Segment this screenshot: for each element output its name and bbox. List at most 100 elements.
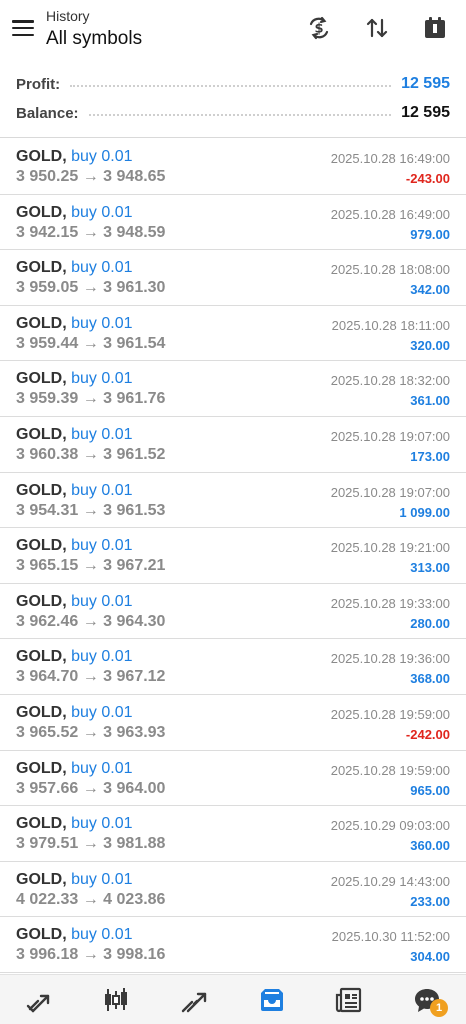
trade-profit: 965.00 — [410, 782, 450, 798]
trade-row[interactable]: GOLD, buy 0.01 3 996.18 → 3 998.16 2025.10… — [0, 917, 466, 973]
trade-profit: 320.00 — [410, 337, 450, 353]
messages-icon[interactable]: 1 — [404, 977, 450, 1023]
trade-symbol: GOLD, buy 0.01 — [16, 926, 133, 944]
trade-side: buy 0.01 — [71, 815, 133, 833]
trade-prices: 3 964.70 → 3 967.12 — [16, 668, 166, 686]
quotes-icon[interactable] — [16, 977, 62, 1023]
bottom-navigation: 1 — [0, 974, 466, 1024]
header-subtitle: History — [46, 8, 90, 24]
trade-profit: 233.00 — [410, 893, 450, 909]
trade-time: 2025.10.28 16:49:00 — [330, 206, 450, 222]
trade-profit: 280.00 — [410, 615, 450, 631]
trade-symbol: GOLD, buy 0.01 — [16, 760, 133, 778]
trade-profit: -242.00 — [405, 726, 450, 742]
trade-symbol-name: GOLD, — [16, 203, 67, 221]
trade-profit: 173.00 — [410, 448, 450, 464]
trade-symbol: GOLD, buy 0.01 — [16, 815, 133, 833]
trade-prices: 3 959.05 → 3 961.30 — [16, 279, 166, 297]
trade-side: buy 0.01 — [71, 592, 133, 610]
trade-row[interactable]: GOLD, buy 0.01 3 942.15 → 3 948.59 2025.10… — [0, 195, 466, 251]
trade-side: buy 0.01 — [71, 314, 133, 332]
trade-symbol: GOLD, buy 0.01 — [16, 259, 133, 277]
trade-prices: 3 965.52 → 3 963.93 — [16, 723, 166, 741]
trade-time: 2025.10.29 14:43:00 — [330, 873, 450, 889]
trade-row[interactable]: GOLD, buy 0.01 3 954.31 → 3 961.53 2025.10… — [0, 473, 466, 529]
trade-prices: 4 022.33 → 4 023.86 — [16, 890, 166, 908]
trade-prices: 3 959.39 → 3 961.76 — [16, 390, 166, 408]
trade-side: buy 0.01 — [71, 926, 133, 944]
sort-icon[interactable] — [361, 12, 393, 44]
trade-side: buy 0.01 — [71, 425, 133, 443]
trade-icon[interactable] — [171, 977, 217, 1023]
trade-symbol-name: GOLD, — [16, 815, 67, 833]
trade-row[interactable]: GOLD, buy 0.01 3 959.39 → 3 961.76 2025.10… — [0, 361, 466, 417]
trade-symbol: GOLD, buy 0.01 — [16, 593, 133, 611]
trade-side: buy 0.01 — [71, 203, 133, 221]
dotted-leader — [88, 114, 392, 116]
trade-profit: 304.00 — [410, 949, 450, 965]
messages-badge: 1 — [430, 998, 449, 1017]
trade-symbol-name: GOLD, — [16, 870, 67, 888]
trade-time: 2025.10.28 19:33:00 — [330, 595, 450, 611]
trade-row[interactable]: GOLD, buy 0.01 3 964.70 → 3 967.12 2025.10… — [0, 639, 466, 695]
header-title[interactable]: All symbols — [46, 28, 142, 50]
menu-icon[interactable] — [10, 16, 36, 40]
calendar-icon[interactable] — [419, 12, 451, 44]
trade-time: 2025.10.28 19:59:00 — [330, 762, 450, 778]
history-icon[interactable] — [249, 977, 295, 1023]
svg-text:$: $ — [314, 22, 323, 37]
trade-symbol-name: GOLD, — [16, 537, 67, 555]
app-header: History All symbols $ — [0, 0, 466, 66]
trade-symbol: GOLD, buy 0.01 — [16, 315, 133, 333]
trade-row[interactable]: GOLD, buy 0.01 3 957.66 → 3 964.00 2025.10… — [0, 751, 466, 807]
trade-prices: 3 942.15 → 3 948.59 — [16, 223, 166, 241]
trade-side: buy 0.01 — [71, 148, 133, 165]
trade-time: 2025.10.28 18:11:00 — [331, 317, 450, 333]
trade-row[interactable]: GOLD, buy 0.01 3 979.51 → 3 981.88 2025.10… — [0, 806, 466, 862]
trade-side: buy 0.01 — [71, 759, 133, 777]
trade-symbol: GOLD, buy 0.01 — [16, 704, 133, 722]
trade-symbol-name: GOLD, — [16, 759, 67, 777]
trade-row[interactable]: GOLD, buy 0.01 3 950.25 → 3 948.65 2025.10… — [0, 139, 466, 195]
trade-symbol: GOLD, buy 0.01 — [16, 426, 133, 444]
trade-time: 2025.10.28 19:21:00 — [330, 540, 450, 556]
trade-side: buy 0.01 — [71, 537, 133, 555]
trade-prices: 3 954.31 → 3 961.53 — [16, 501, 166, 519]
trade-symbol: GOLD, buy 0.01 — [16, 648, 133, 666]
trade-row[interactable]: GOLD, buy 0.01 3 959.44 → 3 961.54 2025.10… — [0, 306, 466, 362]
trade-row[interactable]: GOLD, buy 0.01 3 959.05 → 3 961.30 2025.10… — [0, 250, 466, 306]
trade-history-list: GOLD, buy 0.01 3 950.25 → 3 948.65 2025.10… — [0, 139, 466, 973]
trade-row[interactable]: GOLD, buy 0.01 3 960.38 → 3 961.52 2025.10… — [0, 417, 466, 473]
account-summary: Profit: 12 595 Balance: 12 595 — [0, 72, 466, 138]
chart-icon[interactable] — [93, 977, 139, 1023]
trade-row[interactable]: GOLD, buy 0.01 3 965.52 → 3 963.93 2025.10… — [0, 695, 466, 751]
trade-prices: 3 962.46 → 3 964.30 — [16, 612, 166, 630]
balance-row: Balance: 12 595 — [16, 101, 450, 125]
trade-row[interactable]: GOLD, buy 0.01 4 022.33 → 4 023.86 2025.10… — [0, 862, 466, 918]
balance-value: 12 595 — [401, 104, 450, 121]
trade-side: buy 0.01 — [71, 481, 133, 499]
trade-symbol-name: GOLD, — [16, 703, 67, 721]
trade-time: 2025.10.30 11:52:00 — [331, 929, 450, 945]
profit-row: Profit: 12 595 — [16, 72, 450, 96]
trade-symbol-name: GOLD, — [16, 592, 67, 610]
trade-side: buy 0.01 — [71, 259, 133, 277]
news-icon[interactable] — [326, 977, 372, 1023]
currency-exchange-icon[interactable]: $ — [303, 12, 335, 44]
trade-symbol-name: GOLD, — [16, 926, 67, 944]
trade-profit: 361.00 — [410, 393, 450, 409]
trade-profit: -243.00 — [405, 171, 450, 186]
trade-side: buy 0.01 — [71, 370, 133, 388]
trade-row[interactable]: GOLD, buy 0.01 3 962.46 → 3 964.30 2025.10… — [0, 584, 466, 640]
trade-time: 2025.10.28 19:07:00 — [330, 484, 450, 500]
trade-symbol-name: GOLD, — [16, 259, 67, 277]
trade-side: buy 0.01 — [71, 870, 133, 888]
trade-symbol-name: GOLD, — [16, 370, 67, 388]
trade-prices: 3 965.15 → 3 967.21 — [16, 557, 166, 575]
trade-profit: 368.00 — [410, 671, 450, 687]
trade-prices: 3 996.18 → 3 998.16 — [16, 946, 166, 964]
trade-symbol: GOLD, buy 0.01 — [16, 871, 133, 889]
trade-time: 2025.10.28 19:07:00 — [330, 428, 450, 444]
trade-row[interactable]: GOLD, buy 0.01 3 965.15 → 3 967.21 2025.10… — [0, 528, 466, 584]
trade-symbol-name: GOLD, — [16, 314, 67, 332]
